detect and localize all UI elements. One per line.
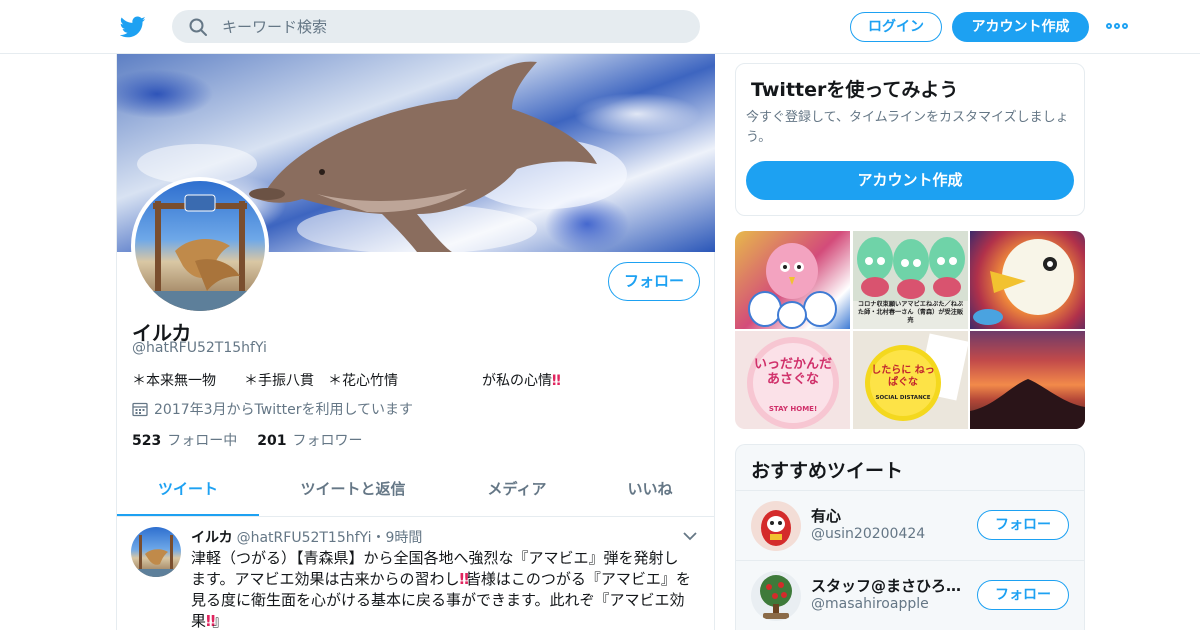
media-thumbnail[interactable]: いっだかんだ あさぐな STAY HOME! xyxy=(735,331,850,429)
followers-label: フォロワー xyxy=(292,433,363,449)
following-stat[interactable]: 523 フォロー中 xyxy=(132,433,237,449)
search-icon xyxy=(189,18,207,36)
dolphin-statue-illustration xyxy=(135,194,265,311)
profile-avatar[interactable] xyxy=(131,177,269,315)
amabie-dolls-illustration xyxy=(748,243,837,329)
tweet-text-part: 』 xyxy=(212,612,228,630)
badge-text: したらに ねっぱぐな xyxy=(871,365,935,388)
chevron-down-icon[interactable] xyxy=(683,531,697,541)
profile-tabs: ツイート ツイートと返信 メディア いいね xyxy=(117,464,715,517)
profile-stats: 523 フォロー中 201 フォロワー xyxy=(132,430,362,450)
signup-card-subtitle: 今すぐ登録して、タイムラインをカスタマイズしましょう。 xyxy=(746,110,1069,145)
follow-button[interactable]: フォロー xyxy=(977,510,1069,540)
user-avatar[interactable] xyxy=(751,571,801,621)
media-grid: コロナ収束願いアマビエねぶた／ねぶた師・北村春一さん（青森）が受注販売 いっだか… xyxy=(735,231,1085,429)
tweet-separator: ・ xyxy=(371,530,386,546)
dolphin-statue-illustration xyxy=(131,535,181,577)
search-input[interactable] xyxy=(222,10,682,43)
signup-card-title: Twitterを使ってみよう xyxy=(751,79,959,101)
tab-media[interactable]: メディア xyxy=(457,464,577,516)
media-thumbnail[interactable] xyxy=(735,231,850,329)
search-box[interactable] xyxy=(172,10,700,43)
profile-handle[interactable]: @hatRFU52T15hfYi xyxy=(132,340,267,356)
user-name[interactable]: スタッフ@まさひろ… xyxy=(811,575,971,596)
badge-subtext: STAY HOME! xyxy=(768,405,818,413)
tweet-author-name[interactable]: イルカ xyxy=(191,530,233,546)
recommended-user[interactable]: 有心 @usin20200424 フォロー xyxy=(736,490,1084,560)
following-count: 523 xyxy=(132,433,162,449)
media-thumbnail[interactable] xyxy=(970,331,1085,429)
tweet-header: イルカ @hatRFU52T15hfYi・9時間 xyxy=(191,527,422,547)
avatar-image xyxy=(135,181,265,311)
badge-subtext: SOCIAL DISTANCE xyxy=(875,395,931,401)
joined-text: 2017年3月からTwitterを利用しています xyxy=(154,402,414,418)
tweet-time[interactable]: 9時間 xyxy=(386,530,423,546)
user-handle[interactable]: @masahiroapple xyxy=(811,596,929,612)
user-handle[interactable]: @usin20200424 xyxy=(811,526,925,542)
media-thumbnail[interactable]: したらに ねっぱぐな SOCIAL DISTANCE xyxy=(853,331,968,429)
login-button[interactable]: ログイン xyxy=(850,12,942,42)
mountain-sunset-illustration xyxy=(970,379,1085,429)
tweet-author-avatar[interactable] xyxy=(131,527,181,577)
signup-card-button[interactable]: アカウント作成 xyxy=(746,161,1074,200)
amabie-lantern-illustration xyxy=(973,239,1074,325)
followers-count: 201 xyxy=(257,433,287,449)
user-name[interactable]: 有心 xyxy=(811,505,971,526)
calendar-icon xyxy=(132,402,148,417)
followers-stat[interactable]: 201 フォロワー xyxy=(257,433,362,449)
daruma-illustration xyxy=(761,510,791,546)
double-exclamation-emoji: ‼ xyxy=(552,373,561,389)
user-avatar[interactable] xyxy=(751,501,801,551)
recommended-tweets-panel: おすすめツイート 有心 @usin20200424 フォロー スタッフ@まさひろ… xyxy=(735,444,1085,630)
tab-tweets[interactable]: ツイート xyxy=(117,464,259,516)
follow-button[interactable]: フォロー xyxy=(977,580,1069,610)
top-navigation-bar: ログイン アカウント作成 xyxy=(0,0,1200,54)
media-thumbnail[interactable]: コロナ収束願いアマビエねぶた／ねぶた師・北村春一さん（青森）が受注販売 xyxy=(853,231,968,329)
follow-button[interactable]: フォロー xyxy=(608,262,700,301)
profile-column: フォロー イルカ @hatRFU52T15hfYi ＊本来無一物 ＊手振八貫 ＊… xyxy=(116,54,715,630)
tweet-author-handle[interactable]: @hatRFU52T15hfYi xyxy=(237,530,372,546)
signup-button[interactable]: アカウント作成 xyxy=(952,12,1089,42)
profile-joined-date: 2017年3月からTwitterを利用しています xyxy=(132,399,413,419)
tweet-text: 津軽（つがる）【青森県】から全国各地へ強烈な『アマビエ』弾を発射します。アマビエ… xyxy=(191,548,691,630)
profile-bio: ＊本来無一物 ＊手振八貫 ＊花心竹情 が私の心情‼ xyxy=(132,370,561,390)
tweet-item[interactable]: イルカ @hatRFU52T15hfYi・9時間 津軽（つがる）【青森県】から全国… xyxy=(117,517,715,630)
media-thumbnail[interactable] xyxy=(970,231,1085,329)
media-caption: コロナ収束願いアマビエねぶた／ねぶた師・北村春一さん（青森）が受注販売 xyxy=(857,301,964,324)
recommended-user[interactable]: スタッフ@まさひろ… @masahiroapple フォロー xyxy=(736,560,1084,630)
tab-tweets-and-replies[interactable]: ツイートと返信 xyxy=(283,464,423,516)
following-label: フォロー中 xyxy=(167,433,238,449)
badge-text: いっだかんだ あさぐな xyxy=(753,357,832,387)
signup-card: Twitterを使ってみよう 今すぐ登録して、タイムラインをカスタマイズしましょ… xyxy=(735,63,1085,216)
tab-likes[interactable]: いいね xyxy=(605,464,695,516)
apple-tree-illustration xyxy=(760,575,792,619)
recommended-title: おすすめツイート xyxy=(751,460,904,482)
more-dots-icon[interactable] xyxy=(1106,17,1130,35)
twitter-bird-icon[interactable] xyxy=(120,14,146,40)
bio-text: ＊本来無一物 ＊手振八貫 ＊花心竹情 が私の心情 xyxy=(132,373,552,389)
